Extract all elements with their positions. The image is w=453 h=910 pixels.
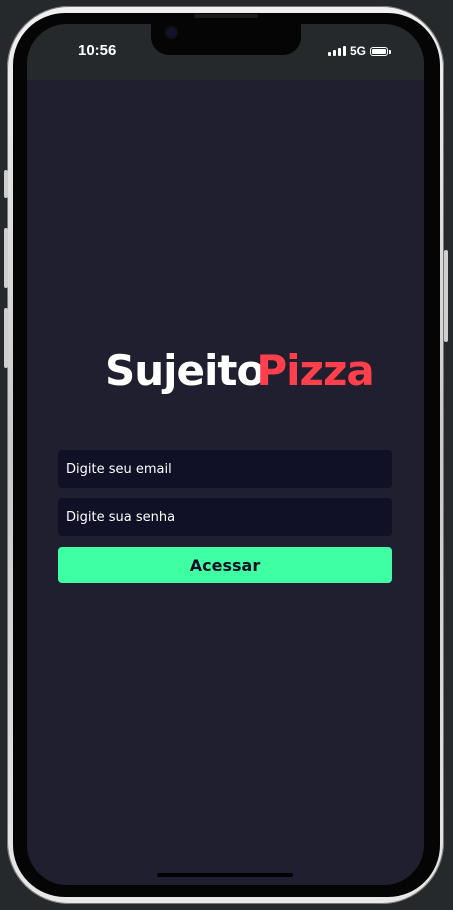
- brand-logo: SujeitoPizza: [105, 350, 375, 392]
- silent-switch: [4, 170, 8, 198]
- login-button[interactable]: Acessar: [58, 547, 392, 583]
- status-indicators: 5G: [327, 44, 391, 58]
- volume-up-button: [4, 228, 8, 288]
- status-time: 10:56: [78, 42, 117, 59]
- status-bar: 10:56 5G: [27, 24, 424, 80]
- camera-icon: [167, 28, 176, 37]
- volume-down-button: [4, 308, 8, 368]
- page: 10:56 5G SujeitoPizza Acessar: [0, 0, 453, 910]
- notch: [151, 24, 301, 55]
- brand-logo-part1: Sujeito: [105, 346, 265, 395]
- battery-icon: [370, 46, 391, 56]
- password-input[interactable]: [58, 498, 392, 536]
- signal-icon: [327, 46, 346, 56]
- email-input[interactable]: [58, 450, 392, 488]
- speaker-grille: [194, 14, 258, 18]
- home-indicator[interactable]: [157, 873, 293, 877]
- brand-logo-part2: Pizza: [256, 346, 374, 395]
- app-screen: 10:56 5G SujeitoPizza Acessar: [27, 24, 424, 885]
- power-button: [444, 250, 448, 342]
- network-type: 5G: [349, 44, 366, 58]
